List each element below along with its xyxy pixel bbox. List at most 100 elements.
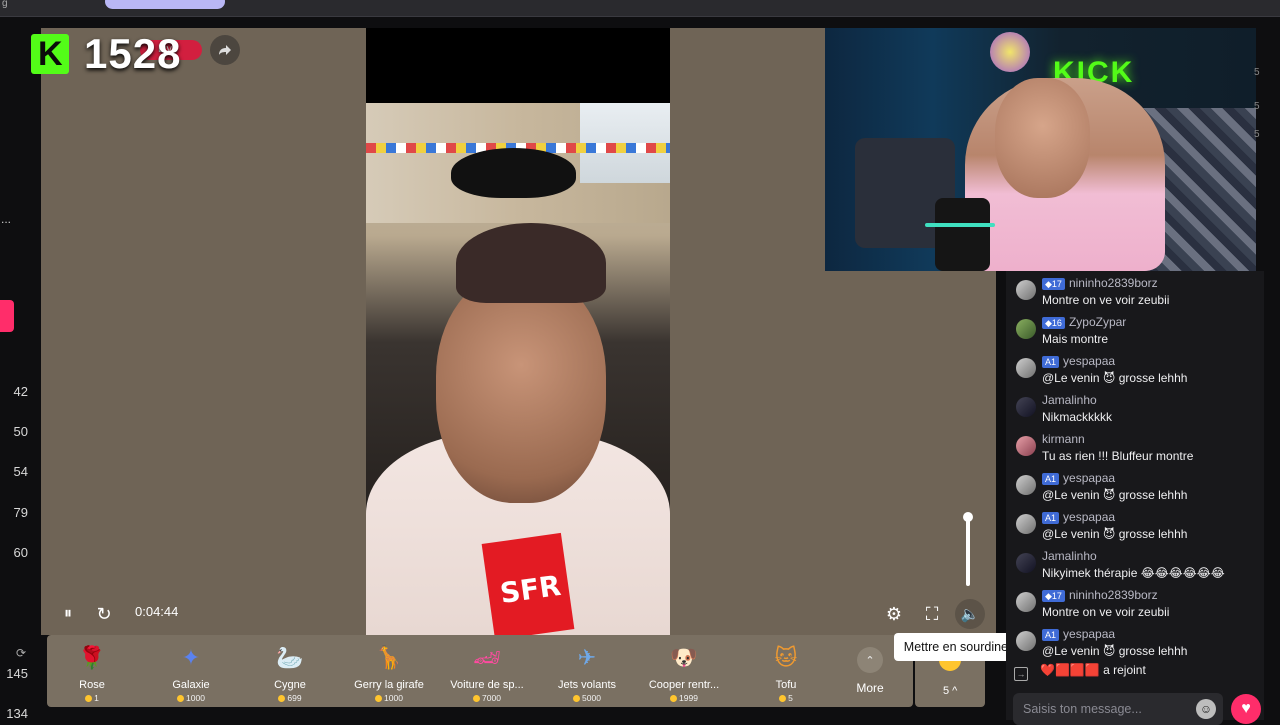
mute-button[interactable]: 🔈 <box>955 599 985 629</box>
volume-knob[interactable] <box>963 512 973 522</box>
chat-input[interactable]: Saisis ton message... <box>1013 693 1223 725</box>
left-number: 50 <box>13 424 28 439</box>
avatar[interactable] <box>1016 553 1036 573</box>
chat-username[interactable]: yespapaa <box>1063 354 1115 368</box>
viewer-count: 1528 <box>84 30 182 77</box>
chat-text: Montre on ve voir zeubii <box>1042 293 1170 307</box>
gift-cost: 1 <box>44 693 140 703</box>
speaker-face <box>436 273 606 503</box>
chat-username[interactable]: ZypoZypar <box>1069 315 1126 329</box>
heart-icon: ♥ <box>1241 700 1251 717</box>
enter-icon: → <box>1014 667 1028 681</box>
galaxy-icon: ✦ <box>181 645 201 670</box>
gift-cost: 7000 <box>439 693 535 703</box>
chat-username[interactable]: Jamalinho <box>1042 393 1097 407</box>
chat-panel: ◆17 nininho2839borz Montre on ve voir zeu… <box>1006 271 1264 720</box>
avatar[interactable] <box>1016 514 1036 534</box>
left-number: 42 <box>13 384 28 399</box>
chat-username[interactable]: yespapaa <box>1063 627 1115 641</box>
gear-icon: ⚙ <box>885 603 903 624</box>
chat-username[interactable]: Jamalinho <box>1042 549 1097 563</box>
gift-name: Galaxie <box>172 679 210 691</box>
chat-username[interactable]: yespapaa <box>1063 510 1115 524</box>
more-label: More <box>856 681 884 695</box>
streamer-head <box>995 78 1090 198</box>
elapsed-time: 0:04:44 <box>135 604 179 619</box>
speaker-cap <box>456 223 606 303</box>
gift-name: Voiture de sp... <box>450 679 524 691</box>
join-notice: → ❤️🟥🟥🟥 a rejoint <box>1014 663 1259 681</box>
gift-item[interactable]: 🐶 Cooper rentr... 1999 <box>636 639 732 705</box>
sub-badge: A1 <box>1042 473 1060 485</box>
chat-text: Mais montre <box>1042 332 1109 346</box>
chat-username[interactable]: yespapaa <box>1063 471 1115 485</box>
sub-badge: ◆17 <box>1042 590 1065 602</box>
microphone <box>935 198 990 271</box>
chat-text: Nikmackkkkk <box>1042 410 1113 424</box>
fullscreen-icon: ⛶ <box>925 603 939 624</box>
gift-cost: 5000 <box>539 693 635 703</box>
avatar[interactable] <box>1016 631 1036 651</box>
gift-item[interactable]: ✈ Jets volants 5000 <box>539 639 635 705</box>
avatar[interactable] <box>1016 436 1036 456</box>
gift-cost: 1000 <box>341 693 437 703</box>
chat-text: Tu as rien !!! Bluffeur montre <box>1042 449 1194 463</box>
edge-digit: 5 <box>1254 67 1260 78</box>
sub-badge: A1 <box>1042 512 1060 524</box>
rose-icon: 🌹 <box>78 645 106 670</box>
gift-name: Cooper rentr... <box>648 679 720 691</box>
avatar[interactable] <box>1016 319 1036 339</box>
chat-username[interactable]: nininho2839borz <box>1069 276 1158 290</box>
gift-name: Tofu <box>775 679 797 691</box>
cat-icon: 🐱 <box>774 645 798 670</box>
volume-slider[interactable] <box>963 512 973 586</box>
avatar[interactable] <box>1016 475 1036 495</box>
edge-digit: 5 <box>1254 101 1260 112</box>
browser-active-pill[interactable] <box>105 0 225 9</box>
settings-button[interactable]: ⚙ <box>881 601 907 627</box>
more-dots[interactable]: ... <box>1 212 11 226</box>
video-content: SFR <box>366 103 670 635</box>
pause-button[interactable]: ⏸ <box>55 601 81 627</box>
gift-item[interactable]: 🐱 Tofu 5 <box>738 639 834 705</box>
giraffe-icon: 🦒 <box>375 645 403 670</box>
pink-indicator <box>0 300 14 332</box>
webcam-overlay: KICK <box>825 28 1256 271</box>
pause-icon: ⏸ <box>63 605 72 622</box>
gift-name: Gerry la girafe <box>354 679 424 691</box>
gift-item[interactable]: 🦒 Gerry la girafe 1000 <box>341 639 437 705</box>
player-controls: ⏸ ↻ 0:04:44 ⚙ ⛶ 🔈 <box>41 595 996 635</box>
chevron-up-icon: ⌃ <box>857 647 883 673</box>
gift-item[interactable]: 🦢 Cygne 699 <box>242 639 338 705</box>
sub-badge: ◆17 <box>1042 278 1065 290</box>
speaker-icon: 🔈 <box>960 606 980 623</box>
chat-text: Montre on ve voir zeubii <box>1042 605 1170 619</box>
emoji-button[interactable]: ☺ <box>1196 699 1216 719</box>
dog-icon: 🐶 <box>670 645 698 670</box>
avatar[interactable] <box>1016 397 1036 417</box>
gift-item[interactable]: ✦ Galaxie 1000 <box>143 639 239 705</box>
chat-username[interactable]: nininho2839borz <box>1069 588 1158 602</box>
chat-text: @Le venin 😈 grosse lehhh <box>1042 527 1188 541</box>
replay-button[interactable]: ↻ <box>91 601 117 627</box>
browser-tab-text[interactable]: g <box>2 0 8 9</box>
left-number: 134 <box>6 706 28 721</box>
avatar[interactable] <box>1016 358 1036 378</box>
kick-logo-letter: K <box>38 35 63 73</box>
smiley-icon: ☺ <box>1199 702 1213 716</box>
gift-cost: 1000 <box>143 693 239 703</box>
chat-username[interactable]: kirmann <box>1042 432 1085 446</box>
chat-text: @Le venin 😈 grosse lehhh <box>1042 488 1188 502</box>
avatar[interactable] <box>1016 280 1036 300</box>
gift-item[interactable]: 🏎 Voiture de sp... 7000 <box>439 639 535 705</box>
refresh-icon[interactable]: ⟳ <box>16 646 26 660</box>
chat-text: @Le venin 😈 grosse lehhh <box>1042 644 1188 658</box>
avatar[interactable] <box>1016 592 1036 612</box>
more-gifts-button[interactable]: ⌃ More <box>852 647 888 695</box>
chat-input-placeholder: Saisis ton message... <box>1023 702 1142 716</box>
chat-text: Nikyimek thérapie 😂😂😂😂😂😂 <box>1042 566 1225 580</box>
share-button[interactable] <box>210 35 240 65</box>
gift-item[interactable]: 🌹 Rose 1 <box>44 639 140 705</box>
mascot-logo <box>990 32 1030 72</box>
fullscreen-button[interactable]: ⛶ <box>919 601 945 627</box>
